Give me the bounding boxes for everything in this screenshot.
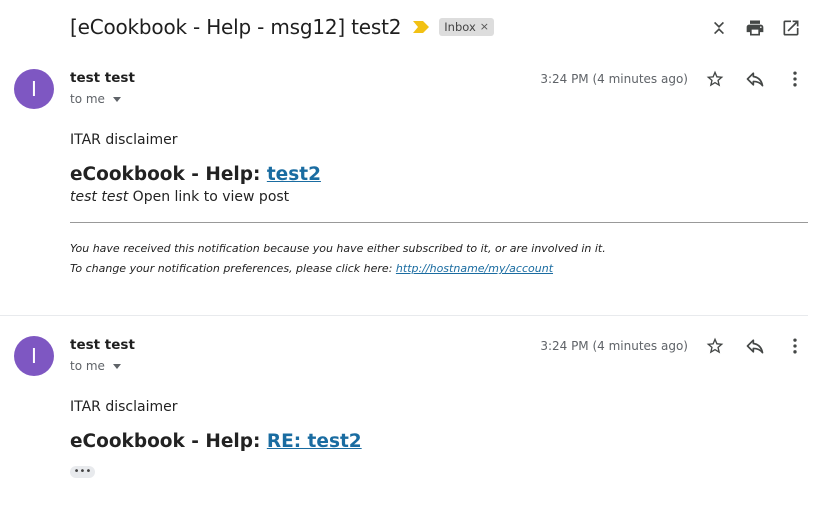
post-link[interactable]: RE: test2 [267, 431, 362, 452]
footer-line-2-text: To change your notification preferences,… [70, 262, 396, 275]
star-button[interactable] [695, 333, 735, 359]
notification-heading: eCookbook - Help: RE: test2 [70, 431, 808, 452]
footer-line-2: To change your notification preferences,… [70, 259, 808, 279]
reply-button[interactable] [735, 66, 775, 92]
chevron-down-icon [112, 96, 121, 102]
heading-prefix: eCookbook - Help: [70, 164, 267, 185]
footer-line-1: You have received this notification beca… [70, 242, 606, 255]
label-chip-text: Inbox [444, 20, 476, 34]
star-icon [706, 70, 724, 87]
message-body: ITAR disclaimer eCookbook - Help: test2 … [70, 132, 808, 279]
label-chip-inbox: Inbox × [439, 18, 494, 36]
message-timestamp: 3:24 PM (4 minutes ago) [540, 72, 688, 86]
disclaimer-text: ITAR disclaimer [70, 399, 178, 415]
recipient-details-toggle[interactable]: to me [70, 359, 121, 373]
more-vertical-icon [793, 338, 797, 354]
disclaimer-text: ITAR disclaimer [70, 132, 178, 148]
sender-name[interactable]: test test [70, 337, 135, 353]
importance-marker-icon[interactable] [413, 21, 430, 33]
reply-icon [746, 72, 764, 87]
open-in-new-window-button[interactable] [773, 15, 809, 41]
message-timestamp: 3:24 PM (4 minutes ago) [540, 339, 688, 353]
more-options-button[interactable] [775, 66, 815, 92]
more-options-button[interactable] [775, 333, 815, 359]
avatar[interactable]: I [14, 69, 54, 109]
print-icon [746, 20, 764, 36]
thread-header: [eCookbook - Help - msg12] test2 Inbox × [70, 12, 494, 42]
heading-prefix: eCookbook - Help: [70, 431, 267, 452]
message-body: ITAR disclaimer eCookbook - Help: RE: te… [70, 399, 808, 478]
message-actions [695, 66, 815, 92]
star-icon [706, 337, 724, 354]
sender-name[interactable]: test test [70, 70, 135, 86]
more-vertical-icon [793, 71, 797, 87]
recipient-details-toggle[interactable]: to me [70, 92, 121, 106]
avatar[interactable]: I [14, 336, 54, 376]
reply-button[interactable] [735, 333, 775, 359]
notification-footer: You have received this notification beca… [70, 239, 808, 279]
star-button[interactable] [695, 66, 735, 92]
thread-subject: [eCookbook - Help - msg12] test2 [70, 15, 402, 39]
recipient-label: to me [70, 92, 105, 106]
account-link[interactable]: http://hostname/my/account [396, 262, 553, 275]
show-trimmed-content-button[interactable]: ••• [70, 466, 95, 478]
post-link[interactable]: test2 [267, 164, 321, 185]
expand-collapse-icon [714, 21, 724, 35]
reply-icon [746, 339, 764, 354]
thread-toolbar [701, 15, 809, 41]
post-text: Open link to view post [128, 189, 290, 205]
print-button[interactable] [737, 15, 773, 41]
expand-collapse-button[interactable] [701, 15, 737, 41]
message-separator [0, 315, 808, 316]
message-actions [695, 333, 815, 359]
post-author: test test [70, 189, 129, 205]
notification-heading: eCookbook - Help: test2 [70, 164, 808, 185]
recipient-label: to me [70, 359, 105, 373]
post-summary: test test Open link to view post [70, 189, 808, 205]
open-in-new-window-icon [783, 20, 799, 36]
remove-label-icon[interactable]: × [480, 18, 489, 36]
chevron-down-icon [112, 363, 121, 369]
divider [70, 222, 808, 223]
